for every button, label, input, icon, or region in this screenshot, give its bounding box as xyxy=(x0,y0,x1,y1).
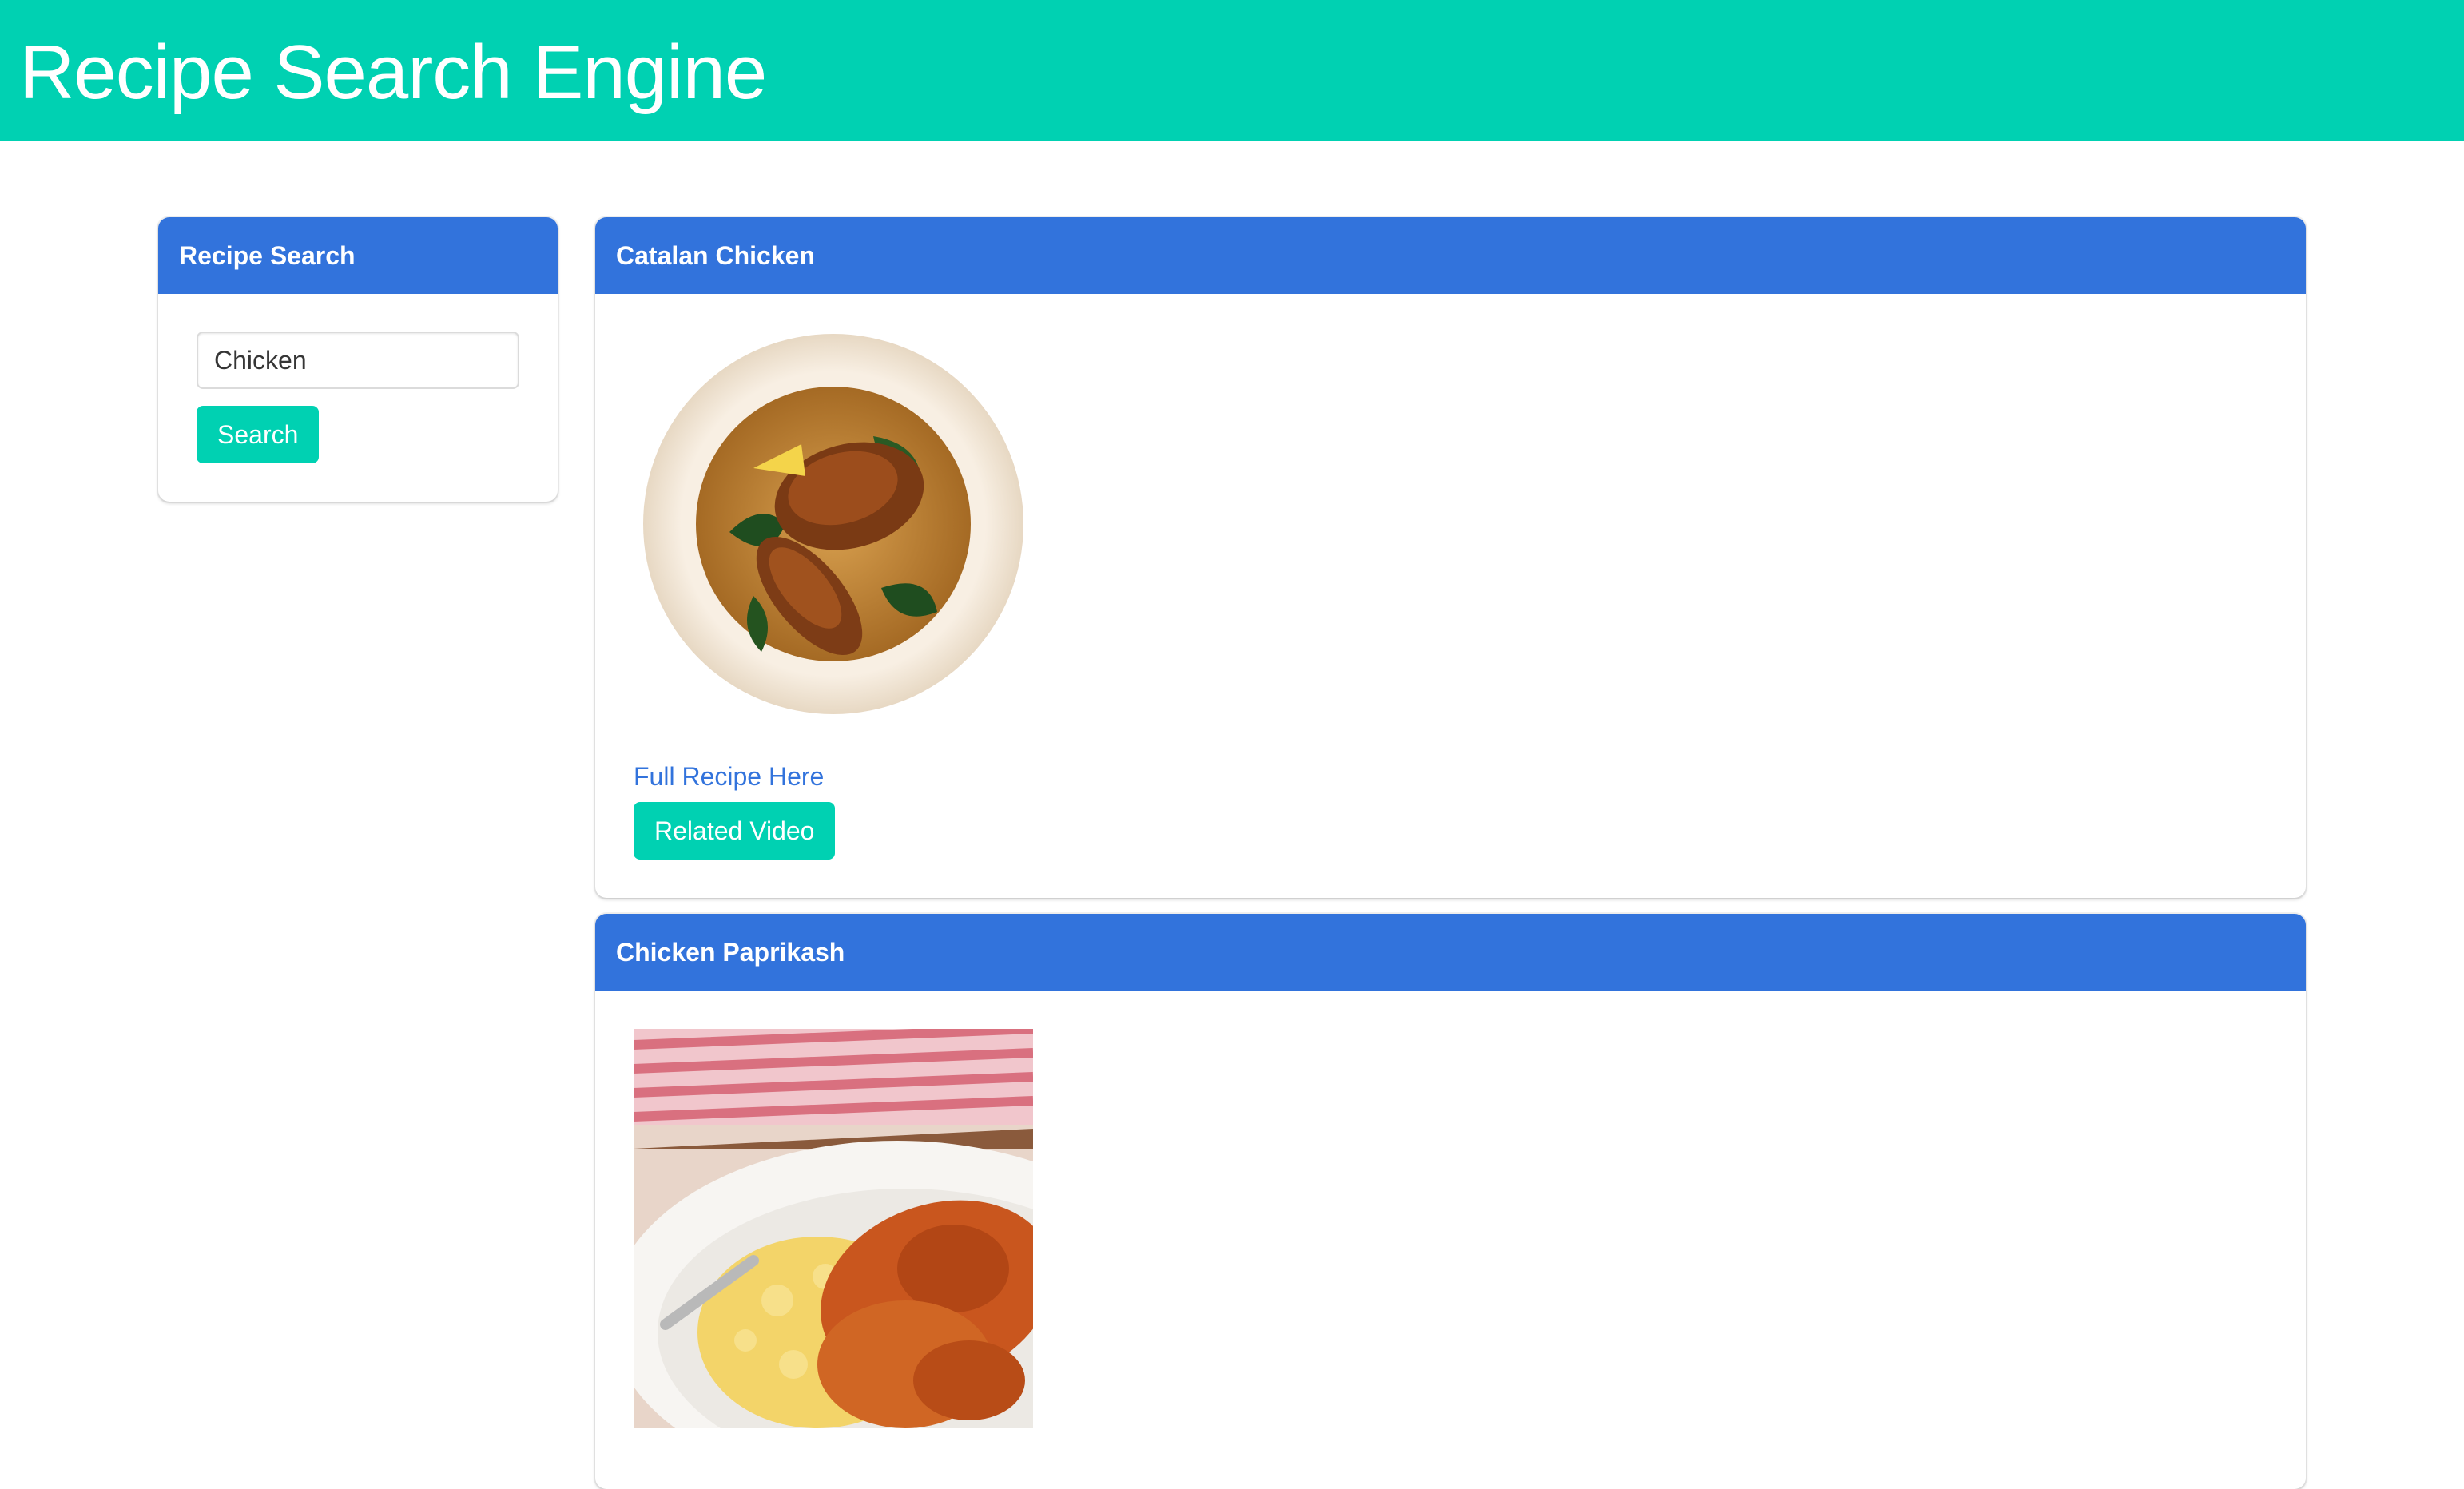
search-panel: Recipe Search Search xyxy=(158,217,558,502)
recipe-title: Chicken Paprikash xyxy=(595,914,2306,991)
full-recipe-link[interactable]: Full Recipe Here xyxy=(634,751,824,802)
search-panel-title: Recipe Search xyxy=(158,217,558,294)
recipe-image xyxy=(634,1029,1033,1428)
search-button[interactable]: Search xyxy=(197,406,320,463)
recipe-card: Catalan Chicken Full Recipe Here Related… xyxy=(595,217,2306,898)
recipe-card: Chicken Paprikash xyxy=(595,914,2306,1489)
recipe-title: Catalan Chicken xyxy=(595,217,2306,294)
app-header: Recipe Search Engine xyxy=(0,0,2464,141)
recipe-image xyxy=(643,334,1023,714)
search-input[interactable] xyxy=(197,332,519,389)
related-video-button[interactable]: Related Video xyxy=(634,802,836,860)
app-title: Recipe Search Engine xyxy=(19,30,767,115)
